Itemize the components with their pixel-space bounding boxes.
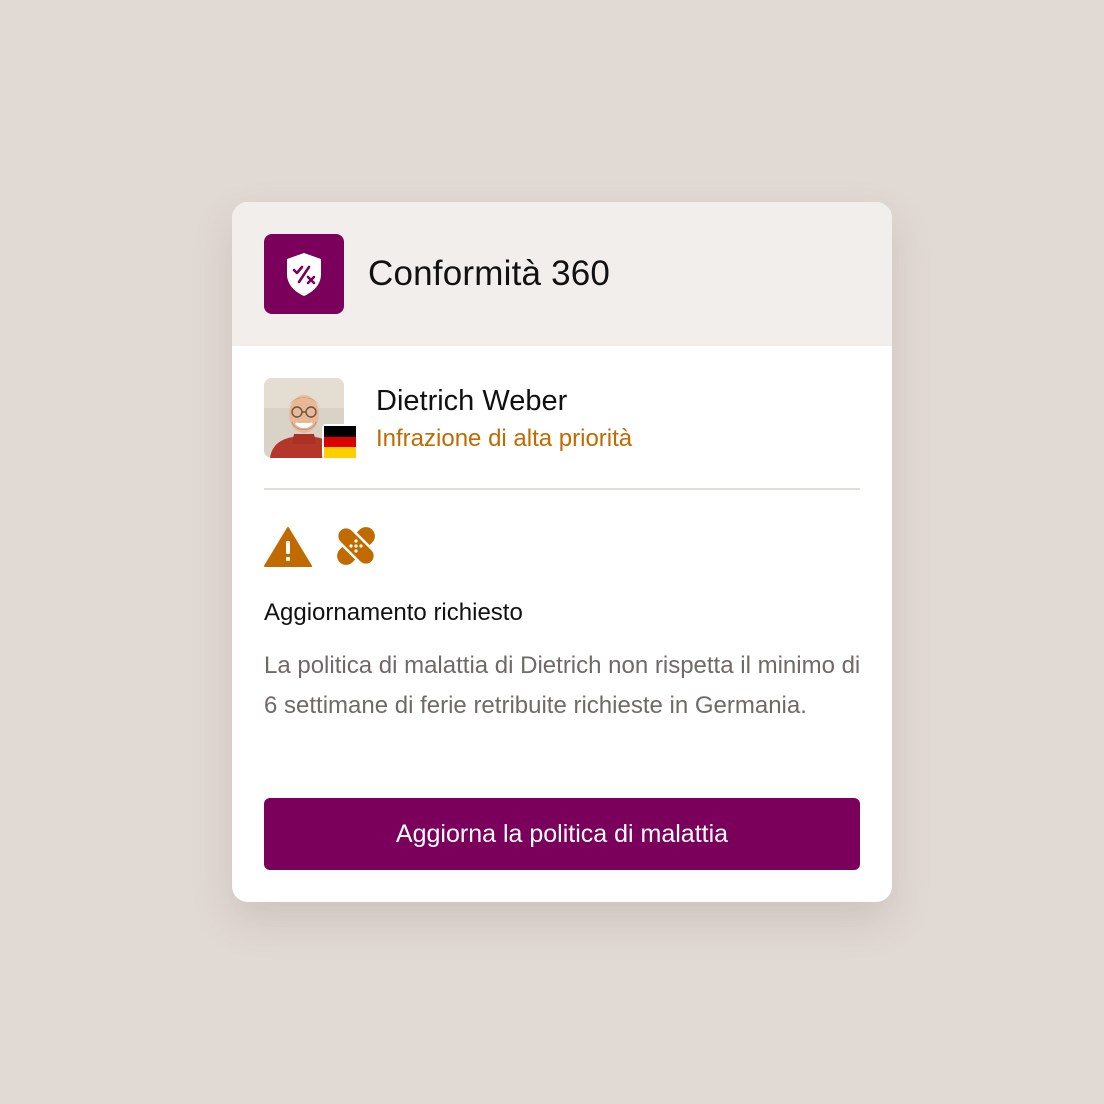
alert-icons [264,522,464,570]
bandage-icon [335,525,377,567]
issue-title: Aggiornamento richiesto [264,599,523,626]
shield-percent-icon [264,234,344,314]
card-header: Conformità 360 [232,202,892,346]
user-name: Dietrich Weber [376,385,568,417]
warning-triangle-icon [264,527,312,567]
violation-status: Infrazione di alta priorità [376,425,633,452]
divider [264,488,860,490]
user-row: Dietrich Weber Infrazione di alta priori… [264,378,860,474]
compliance-card: Conformità 360 Dietrich Weber Infrazione… [232,202,892,902]
update-policy-button[interactable]: Aggiorna la politica di malattia [264,798,860,870]
germany-flag-icon [322,424,358,460]
issue-description: La politica di malattia di Dietrich non … [264,652,861,719]
app-title: Conformità 360 [368,254,611,293]
